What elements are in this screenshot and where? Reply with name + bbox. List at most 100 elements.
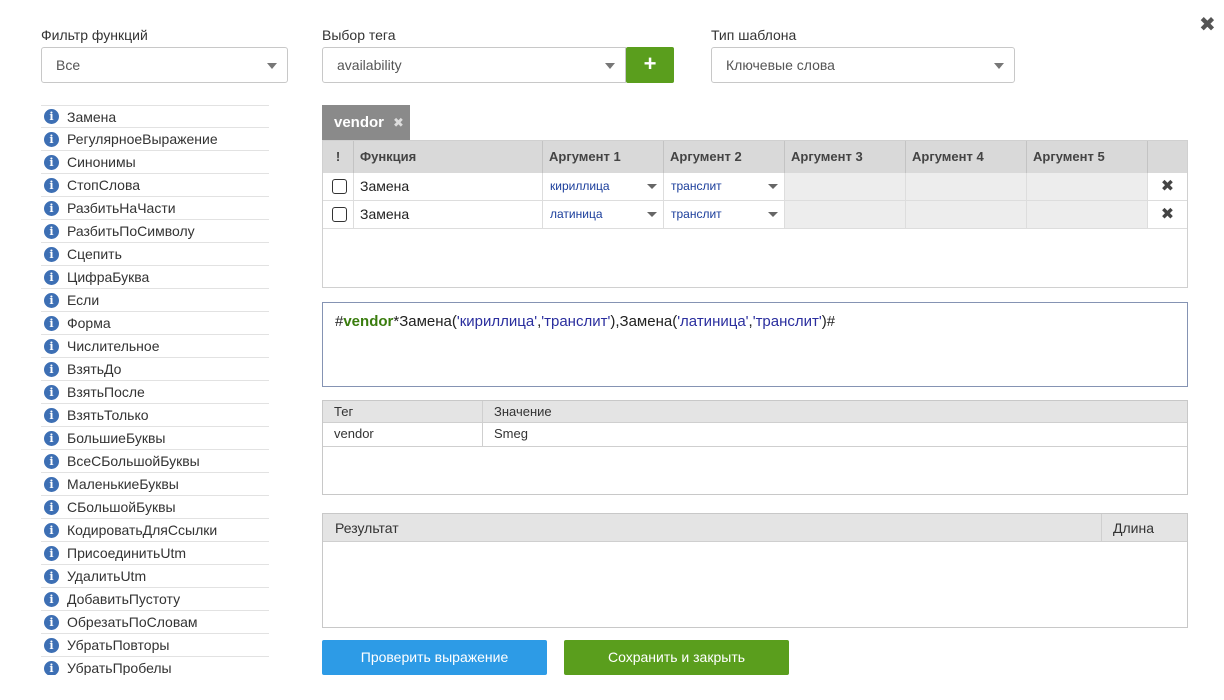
info-icon[interactable]: i — [44, 591, 59, 607]
function-name: УбратьПробелы — [67, 660, 172, 675]
function-name: СтопСлова — [67, 177, 141, 193]
info-icon[interactable]: i — [44, 338, 59, 354]
info-icon[interactable]: i — [44, 637, 59, 653]
info-icon[interactable]: i — [44, 154, 59, 170]
table-row: vendor Smeg — [323, 423, 1187, 447]
list-item[interactable]: i УбратьПробелы — [41, 657, 269, 675]
list-item[interactable]: i Числительное — [41, 335, 269, 358]
table-row: Замена латиница транслит ✖ — [323, 201, 1187, 229]
function-name: РегулярноеВыражение — [67, 131, 218, 147]
info-icon[interactable]: i — [44, 476, 59, 492]
expr-arg: 'транслит' — [752, 313, 822, 330]
list-item[interactable]: i Если — [41, 289, 269, 312]
list-item[interactable]: i БольшиеБуквы — [41, 427, 269, 450]
function-name: ЦифраБуква — [67, 269, 150, 285]
info-icon[interactable]: i — [44, 499, 59, 515]
expression-editor[interactable]: #vendor*Замена('кириллица','транслит'),З… — [322, 302, 1188, 387]
arg5-cell — [1026, 201, 1147, 228]
list-item[interactable]: i УдалитьUtm — [41, 565, 269, 588]
info-icon[interactable]: i — [44, 223, 59, 239]
arg2-select[interactable]: транслит — [663, 173, 784, 200]
list-item[interactable]: i УбратьПовторы — [41, 634, 269, 657]
chevron-down-icon — [994, 63, 1004, 69]
info-icon[interactable]: i — [44, 407, 59, 423]
list-item[interactable]: i РазбитьНаЧасти — [41, 197, 269, 220]
info-icon[interactable]: i — [44, 453, 59, 469]
info-icon[interactable]: i — [44, 131, 59, 147]
row-function: Замена — [353, 173, 542, 200]
list-item[interactable]: i КодироватьДляСсылки — [41, 519, 269, 542]
add-tag-button[interactable]: + — [626, 47, 674, 83]
close-icon[interactable]: ✖ — [1199, 12, 1216, 37]
arg1-value: латиница — [550, 207, 603, 221]
expr-arg: 'латиница' — [677, 313, 749, 330]
list-item[interactable]: i СтопСлова — [41, 174, 269, 197]
list-item[interactable]: i ЦифраБуква — [41, 266, 269, 289]
function-name: Замена — [67, 108, 117, 125]
arg5-cell — [1026, 173, 1147, 200]
list-item[interactable]: i ВзятьТолько — [41, 404, 269, 427]
list-item[interactable]: i Синонимы — [41, 151, 269, 174]
info-icon[interactable]: i — [44, 109, 59, 124]
list-item[interactable]: i ДобавитьПустоту — [41, 588, 269, 611]
list-item[interactable]: i ВзятьПосле — [41, 381, 269, 404]
header-tag: Тег — [334, 404, 354, 419]
close-tab-icon[interactable]: ✖ — [393, 115, 404, 131]
header-arg3: Аргумент 3 — [784, 141, 905, 173]
arg1-select[interactable]: кириллица — [542, 173, 663, 200]
info-icon[interactable]: i — [44, 177, 59, 193]
list-item[interactable]: i ПрисоединитьUtm — [41, 542, 269, 565]
header-arg5: Аргумент 5 — [1026, 141, 1147, 173]
function-name: КодироватьДляСсылки — [67, 522, 218, 538]
filter-select[interactable]: Все — [41, 47, 288, 83]
tag-select[interactable]: availability — [322, 47, 626, 83]
function-list: i Замена i РегулярноеВыражение i Синонимы i Сто… — [41, 105, 287, 675]
result-table-header: Результат Длина — [323, 514, 1187, 542]
info-icon[interactable]: i — [44, 384, 59, 400]
arg1-select[interactable]: латиница — [542, 201, 663, 228]
delete-row-icon[interactable]: ✖ — [1147, 201, 1187, 228]
info-icon[interactable]: i — [44, 361, 59, 377]
info-icon[interactable]: i — [44, 292, 59, 308]
delete-row-icon[interactable]: ✖ — [1147, 173, 1187, 200]
check-expression-button[interactable]: Проверить выражение — [322, 640, 547, 675]
list-item[interactable]: i Замена — [41, 105, 269, 128]
header-result: Результат — [335, 520, 399, 536]
info-icon[interactable]: i — [44, 568, 59, 584]
header-actions — [1147, 141, 1187, 173]
tag-select-value: availability — [337, 57, 402, 73]
info-icon[interactable]: i — [44, 269, 59, 285]
function-name: Сцепить — [67, 246, 122, 262]
list-item[interactable]: i МаленькиеБуквы — [41, 473, 269, 496]
list-item[interactable]: i РазбитьПоСимволу — [41, 220, 269, 243]
function-name: УбратьПовторы — [67, 637, 170, 653]
info-icon[interactable]: i — [44, 430, 59, 446]
arg3-cell — [784, 173, 905, 200]
cell-tag: vendor — [334, 426, 374, 441]
list-item[interactable]: i ВзятьДо — [41, 358, 269, 381]
list-item[interactable]: i ВсеСБольшойБуквы — [41, 450, 269, 473]
header-value: Значение — [482, 401, 552, 422]
info-icon[interactable]: i — [44, 246, 59, 262]
list-item[interactable]: i ОбрезатьПоСловам — [41, 611, 269, 634]
info-icon[interactable]: i — [44, 315, 59, 331]
tab-vendor[interactable]: vendor ✖ — [322, 105, 410, 140]
row-checkbox[interactable] — [332, 179, 347, 194]
header-arg2: Аргумент 2 — [663, 141, 784, 173]
chevron-down-icon — [768, 184, 778, 189]
template-type-select[interactable]: Ключевые слова — [711, 47, 1015, 83]
list-item[interactable]: i Форма — [41, 312, 269, 335]
arg4-cell — [905, 173, 1026, 200]
info-icon[interactable]: i — [44, 660, 59, 675]
list-item[interactable]: i Сцепить — [41, 243, 269, 266]
info-icon[interactable]: i — [44, 200, 59, 216]
save-and-close-button[interactable]: Сохранить и закрыть — [564, 640, 789, 675]
row-checkbox[interactable] — [332, 207, 347, 222]
arg2-select[interactable]: транслит — [663, 201, 784, 228]
list-item[interactable]: i СБольшойБуквы — [41, 496, 269, 519]
info-icon[interactable]: i — [44, 522, 59, 538]
list-item[interactable]: i РегулярноеВыражение — [41, 128, 269, 151]
info-icon[interactable]: i — [44, 545, 59, 561]
info-icon[interactable]: i — [44, 614, 59, 630]
template-type-label: Тип шаблона — [711, 27, 797, 43]
